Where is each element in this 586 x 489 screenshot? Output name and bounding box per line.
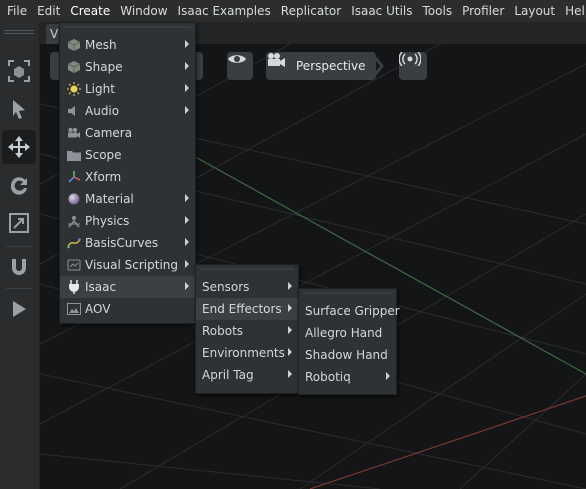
isaac-submenu: Sensors End Effectors Robots Environment…: [195, 264, 299, 394]
menu-tools[interactable]: Tools: [418, 0, 458, 22]
left-toolbar: [0, 22, 40, 489]
menu-item-environments[interactable]: Environments: [196, 342, 298, 364]
menu-item-surface-gripper[interactable]: Surface Gripper: [299, 300, 400, 322]
axis-red-line: [309, 395, 586, 489]
menu-item-allegro-hand[interactable]: Allegro Hand: [299, 322, 396, 344]
submenu-arrow-icon: [185, 194, 189, 202]
menu-item-aov[interactable]: AOV: [60, 298, 195, 320]
menu-item-material[interactable]: Material: [60, 188, 195, 210]
menu-handle: [60, 26, 195, 34]
material-icon: [63, 188, 85, 210]
select-mode-icon[interactable]: [2, 54, 36, 88]
menu-item-audio[interactable]: Audio: [60, 100, 195, 122]
folder-icon: [63, 144, 85, 166]
menu-item-robotiq[interactable]: Robotiq: [299, 366, 396, 388]
menu-item-robots[interactable]: Robots: [196, 320, 298, 342]
curve-icon: [63, 232, 85, 254]
menu-file[interactable]: File: [2, 0, 32, 22]
play-icon[interactable]: [2, 292, 36, 326]
submenu-arrow-icon: [185, 260, 189, 268]
light-icon: [63, 78, 85, 100]
move-icon[interactable]: [2, 130, 36, 164]
submenu-arrow-icon: [185, 282, 189, 290]
toolbar-separator: [6, 288, 32, 289]
menu-handle: [299, 292, 396, 300]
submenu-arrow-icon: [288, 282, 292, 290]
image-icon: [63, 298, 85, 320]
menu-replicator[interactable]: Replicator: [276, 0, 346, 22]
menu-item-camera[interactable]: Camera: [60, 122, 195, 144]
toolbar-grip[interactable]: [4, 30, 34, 38]
cube-icon: [63, 34, 85, 56]
menu-window[interactable]: Window: [115, 0, 172, 22]
graph-icon: [63, 254, 85, 276]
menu-item-april-tag[interactable]: April Tag: [196, 364, 298, 386]
menu-item-mesh[interactable]: Mesh: [60, 34, 195, 56]
submenu-arrow-icon: [386, 372, 390, 380]
menu-create[interactable]: Create: [65, 0, 115, 22]
submenu-arrow-icon: [185, 238, 189, 246]
submenu-arrow-icon: [185, 106, 189, 114]
submenu-arrow-icon: [185, 62, 189, 70]
menu-item-basiscurves[interactable]: BasisCurves: [60, 232, 195, 254]
broadcast-icon[interactable]: [399, 52, 427, 80]
menu-item-isaac[interactable]: Isaac: [60, 276, 195, 298]
menu-item-sensors[interactable]: Sensors: [196, 276, 298, 298]
submenu-arrow-icon: [185, 40, 189, 48]
end-effectors-submenu: Surface Gripper Allegro Hand Shadow Hand…: [298, 288, 400, 395]
rotate-icon[interactable]: [2, 168, 36, 202]
menu-item-scope[interactable]: Scope: [60, 144, 195, 166]
submenu-arrow-icon: [185, 216, 189, 224]
scale-icon[interactable]: [2, 206, 36, 240]
plug-icon: [63, 276, 85, 298]
menu-item-physics[interactable]: Physics: [60, 210, 195, 232]
eye-icon[interactable]: [227, 52, 253, 80]
snap-magnet-icon[interactable]: [2, 250, 36, 284]
menu-item-shadow-hand[interactable]: Shadow Hand: [299, 344, 396, 366]
menu-handle: [196, 268, 298, 276]
select-arrow-icon[interactable]: [2, 92, 36, 126]
menu-layout[interactable]: Layout: [509, 0, 560, 22]
audio-icon: [63, 100, 85, 122]
menu-isaac-examples[interactable]: Isaac Examples: [173, 0, 276, 22]
menu-item-shape[interactable]: Shape: [60, 56, 195, 78]
menu-edit[interactable]: Edit: [32, 0, 65, 22]
menu-isaac-utils[interactable]: Isaac Utils: [346, 0, 417, 22]
xform-icon: [63, 166, 85, 188]
submenu-arrow-icon: [288, 304, 292, 312]
chevron-right-icon: [370, 52, 390, 80]
menu-item-light[interactable]: Light: [60, 78, 195, 100]
cube-icon: [63, 56, 85, 78]
submenu-arrow-icon: [288, 326, 292, 334]
physics-icon: [63, 210, 85, 232]
menu-help[interactable]: Help: [560, 0, 586, 22]
submenu-arrow-icon: [288, 370, 292, 378]
menubar: File Edit Create Window Isaac Examples R…: [0, 0, 586, 22]
submenu-arrow-icon: [185, 84, 189, 92]
menu-item-visual-scripting[interactable]: Visual Scripting: [60, 254, 195, 276]
toolbar-separator: [6, 246, 32, 247]
create-menu: Mesh Shape Light Audio Camera Scope Xfor…: [59, 22, 196, 324]
camera-button[interactable]: Perspective: [266, 52, 376, 80]
submenu-arrow-icon: [288, 348, 292, 356]
menu-item-xform[interactable]: Xform: [60, 166, 195, 188]
camera-icon: [63, 122, 85, 144]
menu-profiler[interactable]: Profiler: [457, 0, 509, 22]
menu-item-end-effectors[interactable]: End Effectors: [196, 298, 298, 320]
